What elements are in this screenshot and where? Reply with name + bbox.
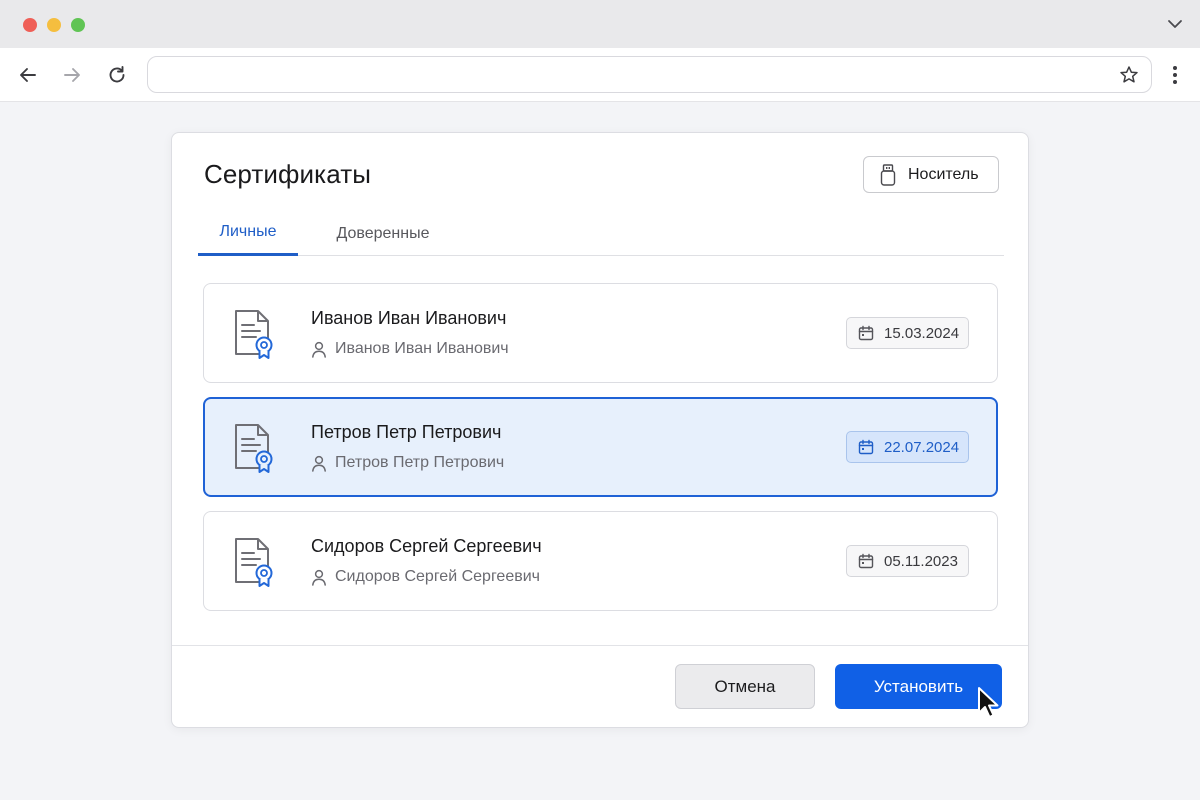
certificate-name: Сидоров Сергей Сергеевич (311, 536, 542, 556)
certificate-owner: Сидоров Сергей Сергеевич (335, 568, 540, 585)
certificate-owner-row: Сидоров Сергей Сергеевич (311, 568, 540, 586)
maximize-window-button[interactable] (71, 18, 85, 32)
close-window-button[interactable] (23, 18, 37, 32)
address-input[interactable] (162, 57, 1102, 92)
carrier-button[interactable]: Носитель (863, 156, 999, 193)
user-icon (312, 569, 326, 586)
certificate-date: 22.07.2024 (884, 438, 960, 456)
arrow-right-icon (64, 68, 80, 82)
certificate-item-selected[interactable]: Петров Петр Петрович Петров Петр Петрови… (203, 397, 998, 497)
kebab-menu-icon (1173, 66, 1177, 84)
certificate-icon (235, 424, 273, 473)
tab-bar: Личные Доверенные (198, 211, 1004, 256)
back-button[interactable] (13, 60, 43, 90)
forward-button[interactable] (57, 60, 87, 90)
certificate-name: Иванов Иван Иванович (311, 308, 507, 328)
certificate-owner: Иванов Иван Иванович (335, 340, 509, 357)
certificate-name: Петров Петр Петрович (311, 422, 502, 442)
minimize-window-button[interactable] (47, 18, 61, 32)
cancel-button[interactable]: Отмена (675, 664, 815, 709)
certificate-owner-row: Иванов Иван Иванович (311, 340, 509, 358)
install-button[interactable]: Установить (835, 664, 1002, 709)
certificate-date-badge: 05.11.2023 (846, 545, 969, 577)
carrier-button-label: Носитель (908, 165, 979, 183)
star-icon[interactable] (1119, 65, 1139, 85)
tab-personal[interactable]: Личные (198, 211, 298, 256)
certificates-dialog: Сертификаты Носитель Личные Доверенные И… (171, 132, 1029, 728)
certificate-date: 15.03.2024 (884, 324, 960, 342)
chevron-down-icon[interactable] (1164, 13, 1186, 35)
user-icon (312, 341, 326, 358)
certificate-item[interactable]: Сидоров Сергей Сергеевич Сидоров Сергей … (203, 511, 998, 611)
user-icon (312, 455, 326, 472)
browser-toolbar (0, 48, 1200, 102)
calendar-icon (858, 325, 874, 341)
certificate-date: 05.11.2023 (884, 552, 958, 570)
footer-divider (172, 645, 1028, 646)
certificate-date-badge: 15.03.2024 (846, 317, 969, 349)
certificate-owner-row: Петров Петр Петрович (311, 454, 504, 472)
browser-menu-button[interactable] (1163, 62, 1187, 88)
tab-trusted[interactable]: Доверенные (334, 211, 432, 256)
calendar-icon (858, 553, 874, 569)
arrow-left-icon (20, 68, 36, 82)
browser-titlebar (0, 0, 1200, 48)
certificate-date-badge: 22.07.2024 (846, 431, 969, 463)
certificate-item[interactable]: Иванов Иван Иванович Иванов Иван Иванови… (203, 283, 998, 383)
certificate-icon (235, 538, 273, 587)
reload-button[interactable] (102, 60, 132, 90)
reload-icon (109, 66, 125, 83)
address-bar[interactable] (147, 56, 1152, 93)
certificate-owner: Петров Петр Петрович (335, 454, 505, 471)
certificate-icon (235, 310, 273, 359)
usb-drive-icon (880, 163, 896, 186)
calendar-icon (858, 439, 874, 455)
dialog-title: Сертификаты (204, 159, 372, 189)
